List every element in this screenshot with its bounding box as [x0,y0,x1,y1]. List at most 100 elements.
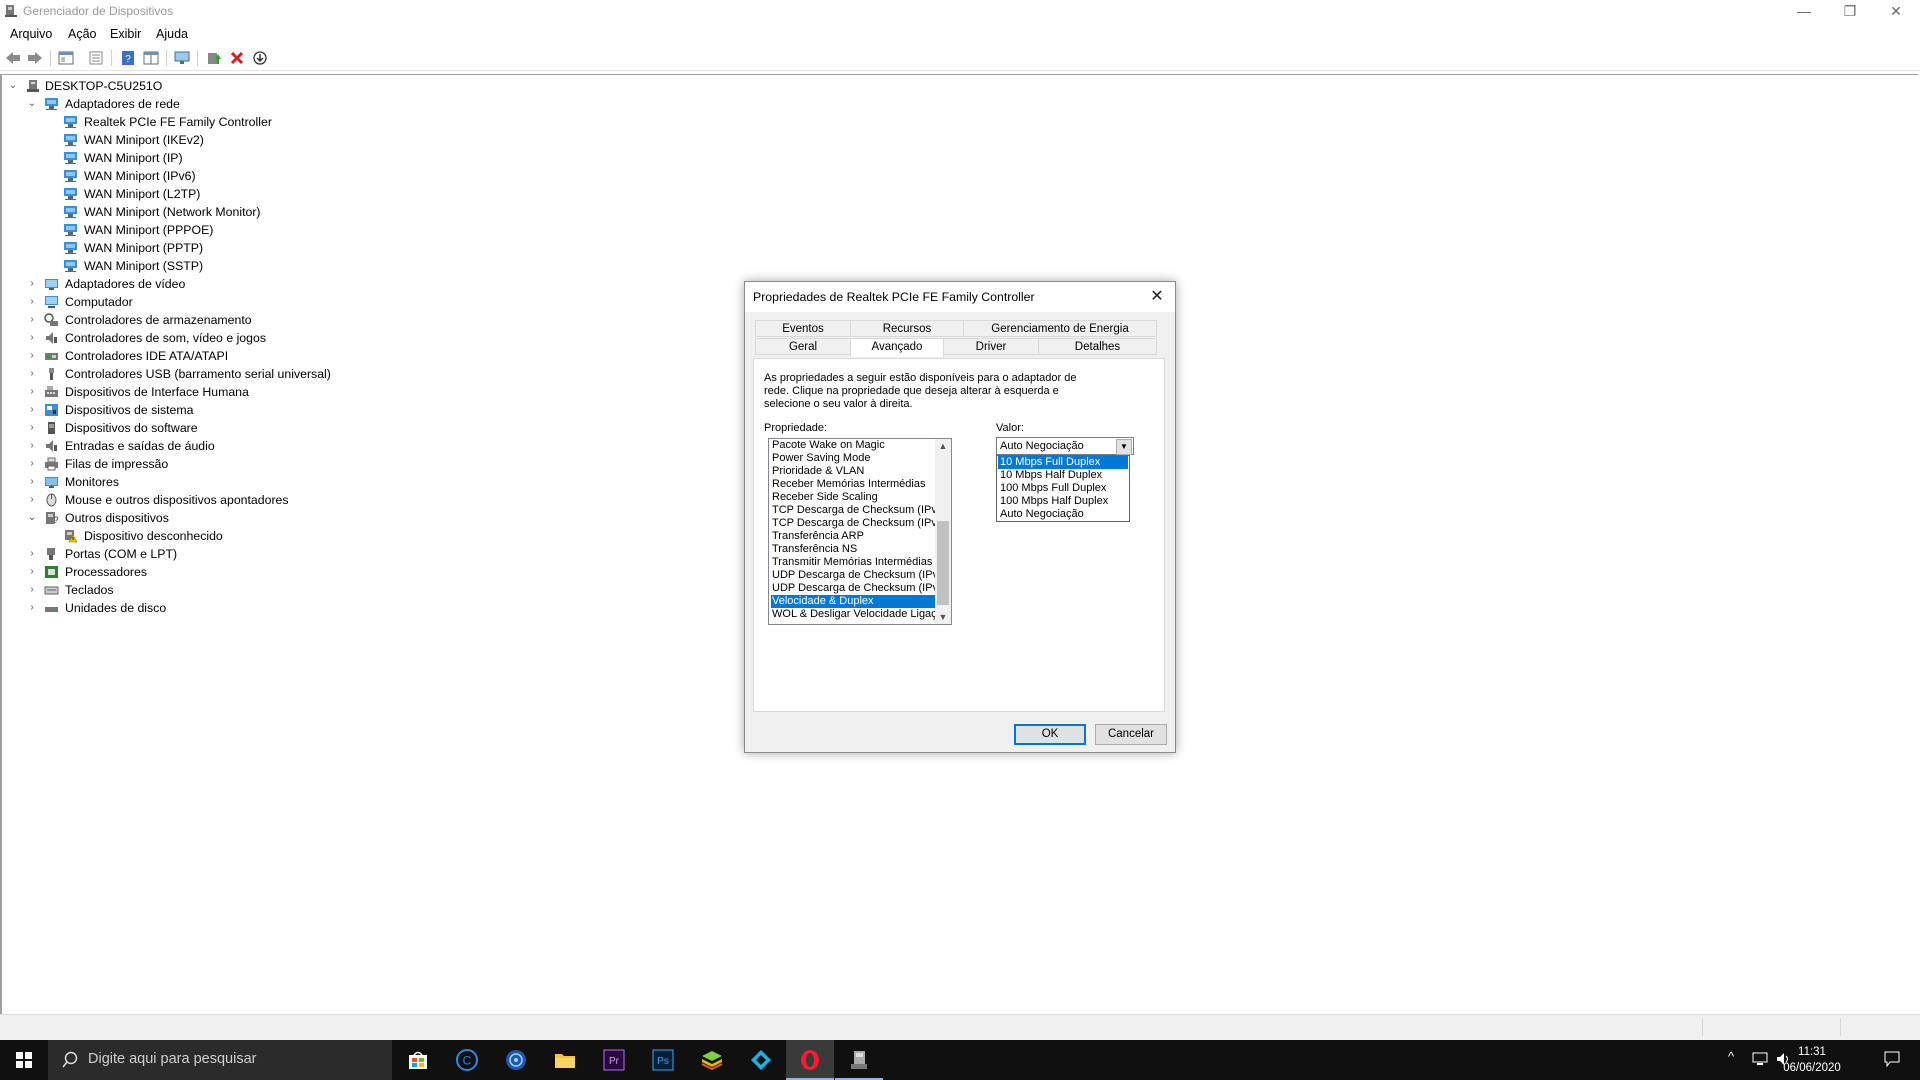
toolbar-separator [197,50,198,66]
tab-recursos[interactable]: Recursos [850,320,964,337]
tree-category-label: Controladores de armazenamento [65,313,252,327]
photoshop-icon[interactable]: Ps [639,1040,687,1080]
list-item[interactable]: UDP Descarga de Checksum (IPv6 [771,582,937,595]
opera-icon[interactable] [786,1040,834,1080]
file-explorer-icon[interactable] [541,1040,589,1080]
expand-icon[interactable]: › [27,347,37,365]
taskbar-search-box[interactable]: Digite aqui para pesquisar [48,1040,392,1080]
scan-icon[interactable] [251,49,269,67]
list-item[interactable]: TCP Descarga de Checksum (IPv6 [771,517,937,530]
expand-icon[interactable]: › [27,275,37,293]
dropdown-option[interactable]: 10 Mbps Half Duplex [998,469,1128,482]
uninstall-icon[interactable] [228,49,246,67]
expand-icon[interactable]: › [27,563,37,581]
list-item[interactable]: WOL & Desligar Velocidade Ligação [771,608,937,621]
tab-geral[interactable]: Geral [755,338,851,355]
chevron-down-icon[interactable]: ▼ [1116,439,1132,455]
tab-driver[interactable]: Driver [943,338,1039,355]
expand-icon[interactable]: › [27,455,37,473]
start-button[interactable] [0,1040,48,1080]
collapse-icon[interactable]: ⌄ [8,77,18,95]
dropdown-option[interactable]: 100 Mbps Half Duplex [998,495,1128,508]
tray-chevron-up-icon[interactable]: ^ [1728,1049,1734,1064]
other-devices-icon: ? [46,512,59,525]
tree-category-label: Monitores [65,475,119,489]
expand-icon[interactable]: › [27,329,37,347]
tab-gerenciamento-de-energia[interactable]: Gerenciamento de Energia [963,320,1157,337]
list-item[interactable]: Receber Memórias Intermédias [771,478,937,491]
device-manager-icon[interactable] [835,1040,883,1080]
list-item[interactable]: Power Saving Mode [771,452,937,465]
monitor-icon[interactable] [173,49,191,67]
expand-icon[interactable]: › [27,419,37,437]
network-app-icon[interactable] [492,1040,540,1080]
taskbar-clock[interactable]: 11:31 06/06/2020 [1780,1044,1844,1076]
tree-item-label: Realtek PCIe FE Family Controller [84,115,272,129]
toolbar-separator [111,50,112,66]
collapse-icon[interactable]: ⌄ [27,509,37,527]
forward-icon[interactable] [26,49,44,67]
expand-icon[interactable]: › [27,311,37,329]
collapse-icon[interactable]: ⌄ [27,95,37,113]
list-item[interactable]: Receber Side Scaling [771,491,937,504]
tab-detalhes[interactable]: Detalhes [1038,338,1157,355]
property-listbox[interactable]: Pacote Wake on Magic Power Saving Mode P… [768,438,952,625]
list-item[interactable]: Prioridade & VLAN [771,465,937,478]
maximize-button[interactable]: ❐ [1827,0,1873,24]
ccleaner-icon[interactable]: C [443,1040,491,1080]
kodi-icon[interactable] [737,1040,785,1080]
tree-category-label: Dispositivos de sistema [65,403,194,417]
expand-icon[interactable]: › [27,491,37,509]
list-item[interactable]: Transmitir Memórias Intermédias [771,556,937,569]
dropdown-option-highlighted[interactable]: 10 Mbps Full Duplex [998,456,1128,469]
ok-button[interactable]: OK [1014,724,1086,745]
menu-exibir[interactable]: Exibir [110,27,141,41]
menu-ajuda[interactable]: Ajuda [156,27,188,41]
show-hide-tree-icon[interactable] [57,49,75,67]
bluestacks-icon[interactable] [688,1040,736,1080]
expand-icon[interactable]: › [27,293,37,311]
expand-icon[interactable]: › [27,401,37,419]
list-item-selected[interactable]: Velocidade & Duplex [771,595,937,608]
list-item[interactable]: Transferência NS [771,543,937,556]
menu-acao[interactable]: Ação [68,27,97,41]
help-icon[interactable]: ? [119,49,137,67]
tab-eventos[interactable]: Eventos [755,320,851,337]
dropdown-option[interactable]: Auto Negociação [998,508,1128,521]
list-item[interactable]: Pacote Wake on Magic [771,439,937,452]
store-icon[interactable] [394,1040,442,1080]
value-dropdown-list[interactable]: 10 Mbps Full Duplex 10 Mbps Half Duplex … [996,455,1130,522]
dropdown-option[interactable]: 100 Mbps Full Duplex [998,482,1128,495]
action-center-icon[interactable] [1884,1051,1900,1070]
expand-icon[interactable]: › [27,437,37,455]
list-item[interactable]: UDP Descarga de Checksum (IPv4 [771,569,937,582]
expand-icon[interactable]: › [27,599,37,617]
expand-icon[interactable]: › [27,545,37,563]
close-button[interactable]: ✕ [1873,0,1919,24]
network-tray-icon[interactable] [1752,1052,1768,1069]
scroll-down-icon[interactable]: ▼ [935,610,951,624]
list-item[interactable]: Transferência ARP [771,530,937,543]
expand-icon[interactable]: › [27,365,37,383]
update-driver-icon[interactable] [205,49,223,67]
cancel-button[interactable]: Cancelar [1095,724,1167,745]
status-divider [1840,1018,1841,1036]
dialog-title-bar[interactable]: Propriedades de Realtek PCIe FE Family C… [745,282,1175,312]
dialog-close-button[interactable]: ✕ [1145,286,1169,308]
back-icon[interactable] [4,49,22,67]
tab-avancado[interactable]: Avançado [850,338,944,357]
expand-icon[interactable]: › [27,581,37,599]
value-combobox[interactable]: Auto Negociação ▼ [996,437,1134,455]
list-item[interactable]: TCP Descarga de Checksum (IPv4 [771,504,937,517]
scrollbar-thumb[interactable] [937,521,949,605]
tab-panel-avancado: As propriedades a seguir estão disponíve… [753,358,1165,712]
properties-icon[interactable] [87,49,105,67]
expand-icon[interactable]: › [27,383,37,401]
scroll-up-icon[interactable]: ▲ [935,439,951,453]
view-icon[interactable] [142,49,160,67]
listbox-scrollbar[interactable]: ▲ ▼ [935,439,951,624]
minimize-button[interactable]: — [1781,0,1827,24]
menu-arquivo[interactable]: Arquivo [10,27,52,41]
premiere-icon[interactable]: Pr [590,1040,638,1080]
expand-icon[interactable]: › [27,473,37,491]
